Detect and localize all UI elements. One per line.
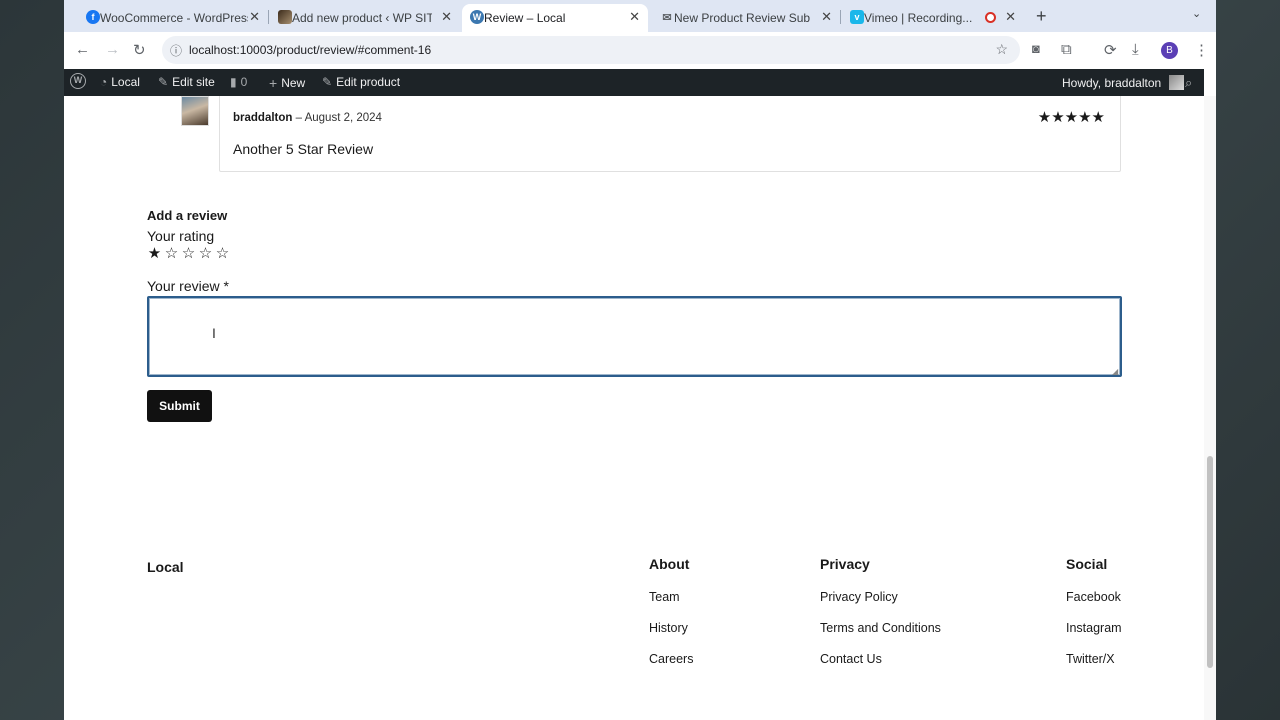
rating-star-4[interactable]: ☆ [198,244,213,262]
comment-author: braddalton [233,112,293,124]
footer-link-twitter[interactable]: Twitter/X [1066,652,1122,683]
photo-icon [278,10,292,24]
menu-icon[interactable]: ⋮ [1194,41,1209,59]
chevron-down-icon[interactable]: ⌄ [1192,7,1201,20]
comments-count: 0 [240,75,248,89]
facebook-icon: f [86,10,100,24]
review-comment: braddalton – August 2, 2024 ★★★★★ Anothe… [219,96,1121,172]
edit-product-label: Edit product [336,75,401,89]
browser-window: f WooCommerce - WordPress ✕ Add new prod… [64,0,1216,720]
site-name: Local [111,75,140,89]
close-icon[interactable]: ✕ [249,9,260,25]
recording-icon [985,12,996,23]
footer-link-history[interactable]: History [649,621,693,652]
rating-label: Your rating [147,228,215,244]
download-icon[interactable]: ⤓ [1132,41,1139,58]
comments-link[interactable]: ▮ 0 [230,75,247,89]
brush-icon: ✎ [158,75,169,89]
footer-link-instagram[interactable]: Instagram [1066,621,1122,652]
footer-link-contact[interactable]: Contact Us [820,652,941,683]
dashboard-icon: ◔ [100,75,108,89]
my-account-menu[interactable]: Howdy, braddalton [1062,75,1185,90]
tab-vimeo[interactable]: v Vimeo | Recording... ✕ [842,4,1024,32]
submit-button[interactable]: Submit [147,390,212,422]
new-content-menu[interactable]: + New [269,75,305,91]
camera-icon[interactable]: ◙ [1032,41,1040,56]
tab-review-local[interactable]: W Review – Local ✕ [462,4,648,32]
tab-add-new-product[interactable]: Add new product ‹ WP SITES ✕ [270,4,460,32]
close-icon[interactable]: ✕ [441,9,452,25]
comment-text: Another 5 Star Review [233,141,374,157]
footer-heading: About [649,556,690,572]
footer-heading: Social [1066,556,1108,572]
comment-date: – August 2, 2024 [295,112,382,124]
tab-title: Review – Local [484,11,566,25]
address-bar[interactable]: ⓘ localhost:10003/product/review/#commen… [162,36,1020,64]
close-icon[interactable]: ✕ [821,9,832,25]
pencil-icon: ✎ [322,75,333,89]
profile-avatar[interactable]: B [1161,42,1178,59]
plus-icon: + [269,75,278,91]
site-info-icon[interactable]: ⓘ [170,42,182,59]
user-avatar [1169,75,1185,90]
new-tab-button[interactable]: + [1036,6,1047,27]
vimeo-icon: v [850,10,864,24]
footer-about: About Team History Careers [649,556,693,683]
bookmark-star-icon[interactable]: ☆ [995,41,1008,58]
forward-icon[interactable]: → [105,41,120,58]
edit-product-link[interactable]: ✎ Edit product [322,75,400,89]
sync-icon[interactable]: ⟳ [1104,41,1117,59]
comment-star-rating: ★★★★★ [1037,109,1105,126]
footer-privacy: Privacy Privacy Policy Terms and Conditi… [820,556,941,683]
footer-link-team[interactable]: Team [649,590,693,621]
tab-woocommerce[interactable]: f WooCommerce - WordPress ✕ [78,4,268,32]
tab-title: Vimeo | Recording... [864,11,973,25]
wordpress-logo-icon[interactable]: W [70,73,86,89]
edit-site-label: Edit site [172,75,215,89]
edit-site-link[interactable]: ✎ Edit site [158,75,215,89]
site-menu[interactable]: ◔ Local [100,75,140,89]
rating-star-3[interactable]: ☆ [181,244,196,262]
rating-star-5[interactable]: ☆ [215,244,230,262]
footer-site-title[interactable]: Local [147,559,184,575]
footer-link-terms[interactable]: Terms and Conditions [820,621,941,652]
scrollbar-thumb[interactable] [1207,456,1213,668]
comment-meta: braddalton – August 2, 2024 [233,112,382,124]
review-textarea[interactable] [147,296,1122,377]
tab-new-product-review[interactable]: ✉ New Product Review Submitt ✕ [652,4,840,32]
back-icon[interactable]: ← [75,41,90,58]
tab-title: Add new product ‹ WP SITES [292,11,432,25]
page-content: braddalton – August 2, 2024 ★★★★★ Anothe… [64,96,1204,720]
browser-toolbar: ← → ↻ ⓘ localhost:10003/product/review/#… [64,32,1216,69]
rating-stars: ★ ☆ ☆ ☆ ☆ [147,244,230,262]
tab-title: WooCommerce - WordPress [100,11,248,25]
close-icon[interactable]: ✕ [1005,9,1016,25]
comment-author-avatar [181,96,209,126]
close-icon[interactable]: ✕ [629,9,640,25]
wordpress-icon: W [470,10,484,24]
footer-link-careers[interactable]: Careers [649,652,693,683]
tab-title: New Product Review Submitt [674,11,810,25]
search-icon[interactable]: ⌕ [1185,75,1192,91]
review-label: Your review * [147,278,229,294]
comment-icon: ▮ [230,75,237,89]
mail-icon: ✉ [662,11,672,24]
footer-heading: Privacy [820,556,870,572]
add-review-heading: Add a review [147,208,228,223]
extensions-icon[interactable]: ⧉ [1061,41,1072,58]
rating-star-2[interactable]: ☆ [164,244,179,262]
footer-social: Social Facebook Instagram Twitter/X [1066,556,1122,683]
resize-handle-icon[interactable]: ◢ [1112,367,1118,376]
footer-link-privacy-policy[interactable]: Privacy Policy [820,590,941,621]
url-text[interactable]: localhost:10003/product/review/#comment-… [189,43,431,57]
wp-admin-bar: W ◔ Local ✎ Edit site ▮ 0 + New ✎ Edit p… [64,69,1204,96]
text-cursor-icon: I [212,325,216,341]
new-label: New [281,76,306,90]
reload-icon[interactable]: ↻ [133,41,146,59]
howdy-text: Howdy, braddalton [1062,75,1162,90]
footer-link-facebook[interactable]: Facebook [1066,590,1122,621]
rating-star-1[interactable]: ★ [147,244,162,262]
tab-strip: f WooCommerce - WordPress ✕ Add new prod… [64,0,1216,32]
